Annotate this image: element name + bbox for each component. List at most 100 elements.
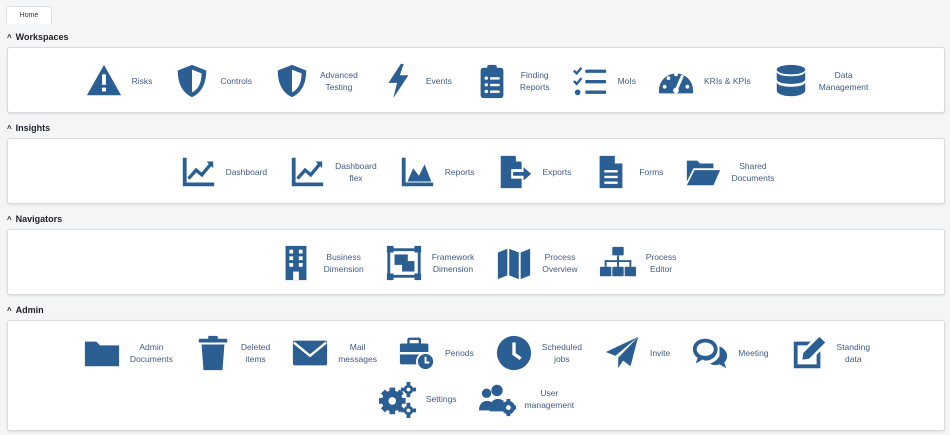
object-group-icon	[384, 243, 424, 283]
tile-label: Settings	[425, 394, 457, 404]
tile-label: Deleted items	[240, 342, 271, 364]
tile-settings[interactable]: Settings	[378, 379, 457, 419]
workspaces-row: Risks Controls Advanced Testing Events Findi…	[8, 61, 944, 101]
tile-label: Controls	[220, 76, 253, 86]
tab-bar: Home	[0, 0, 950, 24]
folder-icon	[82, 333, 122, 373]
tile-reports[interactable]: Reports	[397, 152, 475, 192]
section-title: Insights	[15, 123, 51, 133]
tile-label: Advanced Testing	[320, 70, 358, 92]
tile-label: Framework Dimension	[431, 252, 475, 274]
tile-user-management[interactable]: User management	[477, 379, 574, 419]
chevron-up-icon[interactable]: ^	[7, 215, 12, 224]
section-header-workspaces[interactable]: ^ Workspaces	[7, 30, 69, 44]
section-title: Navigators	[15, 214, 63, 224]
tile-label: Mail messages	[338, 342, 377, 364]
tile-label: Finding Reports	[519, 70, 550, 92]
tile-controls[interactable]: Controls	[172, 61, 252, 101]
warning-icon	[84, 61, 124, 101]
tile-standing-data[interactable]: Standing data	[789, 333, 871, 373]
tile-meeting[interactable]: Meeting	[690, 333, 769, 373]
lightning-icon	[378, 61, 418, 101]
tile-label: Periods	[444, 348, 474, 358]
tile-admin-documents[interactable]: Admin Documents	[82, 333, 173, 373]
file-export-icon	[495, 152, 535, 192]
clipboard-list-icon	[472, 61, 512, 101]
section-header-admin[interactable]: ^ Admin	[7, 303, 44, 317]
tile-label: Risks	[131, 76, 153, 86]
tile-shared-documents[interactable]: Shared Documents	[683, 152, 774, 192]
tile-periods[interactable]: Periods	[397, 333, 474, 373]
tile-label: Standing data	[836, 342, 871, 364]
chevron-up-icon[interactable]: ^	[7, 124, 12, 133]
insights-panel: Dashboard Dashboard flex Reports Exports For…	[7, 138, 945, 204]
tab-home[interactable]: Home	[6, 6, 52, 24]
tile-risks[interactable]: Risks	[84, 61, 153, 101]
tile-framework-dimension[interactable]: Framework Dimension	[384, 243, 475, 283]
tile-label: Dashboard	[225, 167, 268, 177]
envelope-icon	[290, 333, 330, 373]
tile-label: Process Overview	[542, 252, 578, 274]
tile-business-dimension[interactable]: Business Dimension	[276, 243, 364, 283]
chevron-up-icon[interactable]: ^	[7, 306, 12, 315]
insights-row: Dashboard Dashboard flex Reports Exports For…	[8, 152, 944, 192]
tile-label: Admin Documents	[129, 342, 173, 364]
tile-mail-messages[interactable]: Mail messages	[290, 333, 377, 373]
checklist-icon	[570, 61, 610, 101]
tile-label: Shared Documents	[731, 161, 775, 183]
tile-label: Meeting	[738, 348, 769, 358]
tile-process-editor[interactable]: Process Editor	[598, 243, 676, 283]
edit-icon	[789, 333, 829, 373]
map-icon	[494, 243, 534, 283]
tile-forms[interactable]: Forms	[591, 152, 663, 192]
tile-dashboard[interactable]: Dashboard	[178, 152, 268, 192]
tile-label: Business Dimension	[323, 252, 364, 274]
tile-finding-reports[interactable]: Finding Reports	[472, 61, 550, 101]
tile-label: Reports	[444, 167, 475, 177]
tile-kris-kpis[interactable]: KRIs & KPIs	[656, 61, 751, 101]
tile-label: Scheduled jobs	[541, 342, 582, 364]
tile-label: Exports	[542, 167, 572, 177]
tile-exports[interactable]: Exports	[495, 152, 572, 192]
tile-events[interactable]: Events	[378, 61, 452, 101]
shield-icon	[172, 61, 212, 101]
tile-process-overview[interactable]: Process Overview	[494, 243, 578, 283]
tile-scheduled-jobs[interactable]: Scheduled jobs	[494, 333, 582, 373]
admin-row-1: Admin Documents Deleted items Mail message…	[8, 333, 944, 373]
tile-advanced-testing[interactable]: Advanced Testing	[272, 61, 358, 101]
admin-row-2: Settings User management	[8, 379, 944, 419]
section-title: Admin	[15, 305, 44, 315]
tile-label: KRIs & KPIs	[704, 76, 751, 86]
gauge-icon	[656, 61, 696, 101]
navigators-panel: Business Dimension Framework Dimension Pro…	[7, 229, 945, 295]
building-icon	[276, 243, 316, 283]
chevron-up-icon[interactable]: ^	[7, 33, 12, 42]
admin-panel: Admin Documents Deleted items Mail message…	[7, 320, 945, 431]
workspaces-panel: Risks Controls Advanced Testing Events Findi…	[7, 47, 945, 113]
section-header-insights[interactable]: ^ Insights	[7, 121, 50, 135]
tile-mois[interactable]: MoIs	[570, 61, 636, 101]
tile-label: Invite	[649, 348, 671, 358]
briefcase-clock-icon	[397, 333, 437, 373]
tile-data-management[interactable]: Data Management	[771, 61, 869, 101]
cogs-icon	[378, 379, 418, 419]
area-chart-icon	[397, 152, 437, 192]
tile-dashboard-flex[interactable]: Dashboard flex	[287, 152, 377, 192]
users-cog-icon	[477, 379, 517, 419]
line-chart-icon	[287, 152, 327, 192]
navigators-row: Business Dimension Framework Dimension Pro…	[8, 243, 944, 283]
section-title: Workspaces	[15, 32, 69, 42]
sitemap-icon	[598, 243, 638, 283]
comments-icon	[690, 333, 730, 373]
tile-invite[interactable]: Invite	[602, 333, 670, 373]
tile-label: Forms	[639, 167, 664, 177]
line-chart-icon	[178, 152, 218, 192]
paper-plane-icon	[602, 333, 642, 373]
section-header-navigators[interactable]: ^ Navigators	[7, 212, 62, 226]
tile-label: Dashboard flex	[335, 161, 377, 183]
document-icon	[591, 152, 631, 192]
trash-icon	[193, 333, 233, 373]
tile-deleted-items[interactable]: Deleted items	[193, 333, 270, 373]
tile-label: Data Management	[818, 70, 869, 92]
shield-icon	[272, 61, 312, 101]
